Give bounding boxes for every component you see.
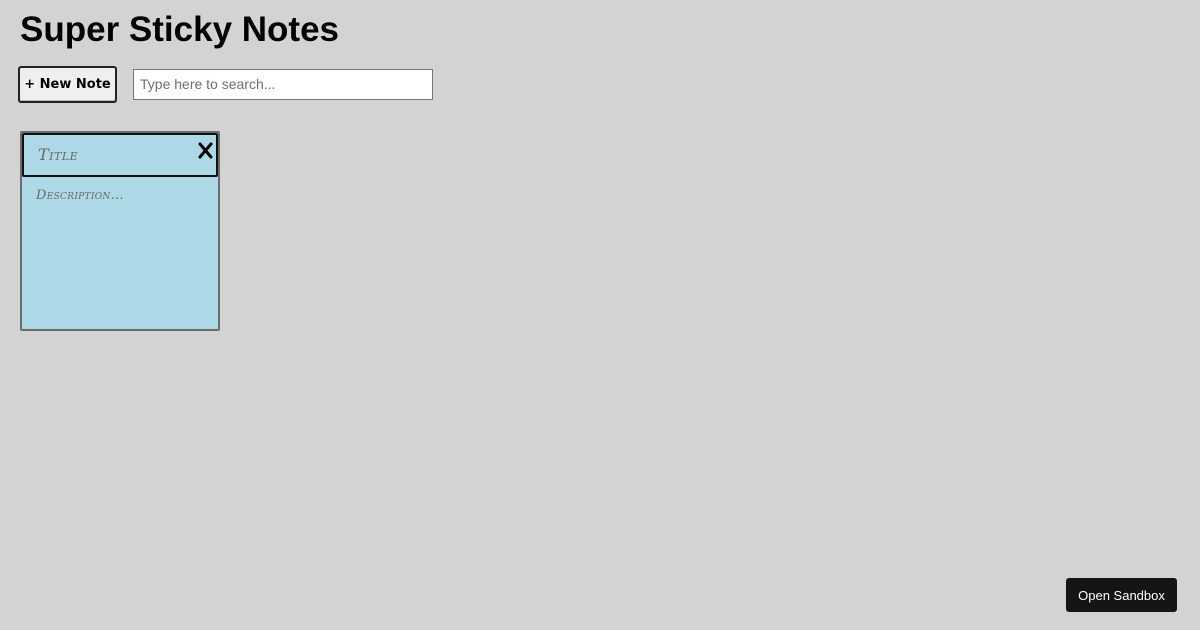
note-body: Description... [22, 177, 218, 214]
search-input[interactable] [133, 68, 433, 100]
close-icon[interactable] [196, 139, 214, 161]
note-header: Title [22, 133, 218, 177]
note-card[interactable]: Title Description... [20, 131, 220, 331]
toolbar: + New Note [18, 65, 433, 103]
note-title[interactable]: Title [38, 145, 78, 164]
open-sandbox-button[interactable]: Open Sandbox [1066, 578, 1177, 612]
notes-list: Title Description... [20, 131, 220, 331]
note-description[interactable]: Description... [36, 188, 204, 203]
new-note-button[interactable]: + New Note [18, 65, 117, 103]
page-title: Super Sticky Notes [20, 10, 339, 49]
